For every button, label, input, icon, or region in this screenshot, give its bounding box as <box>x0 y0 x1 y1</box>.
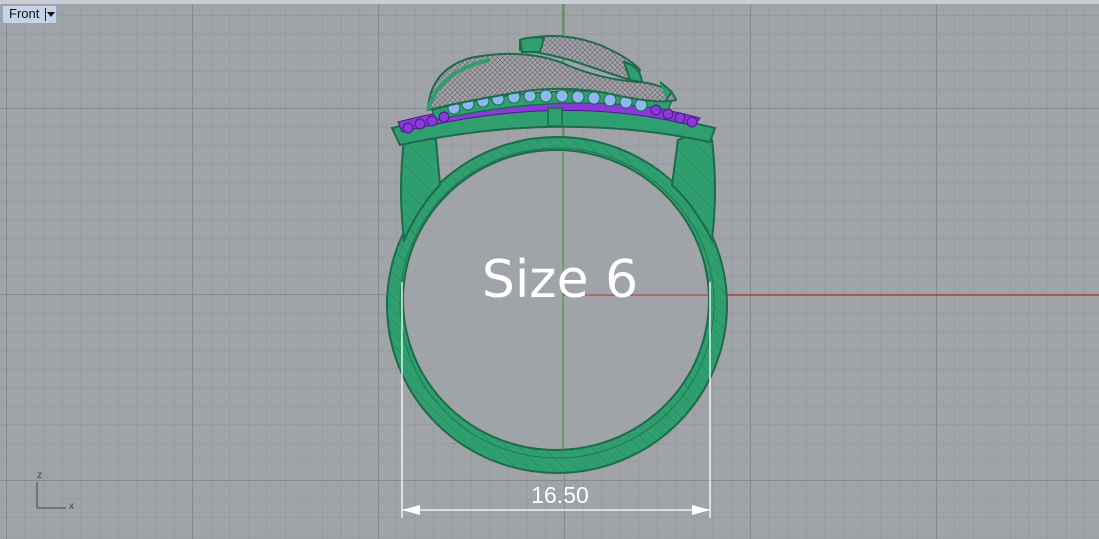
dimension-value: 16.50 <box>531 482 589 508</box>
axis-x-label: x <box>69 501 74 512</box>
ring-size-label: Size 6 <box>481 250 639 310</box>
axis-widget <box>36 482 66 509</box>
axis-z-label: z <box>37 470 42 481</box>
